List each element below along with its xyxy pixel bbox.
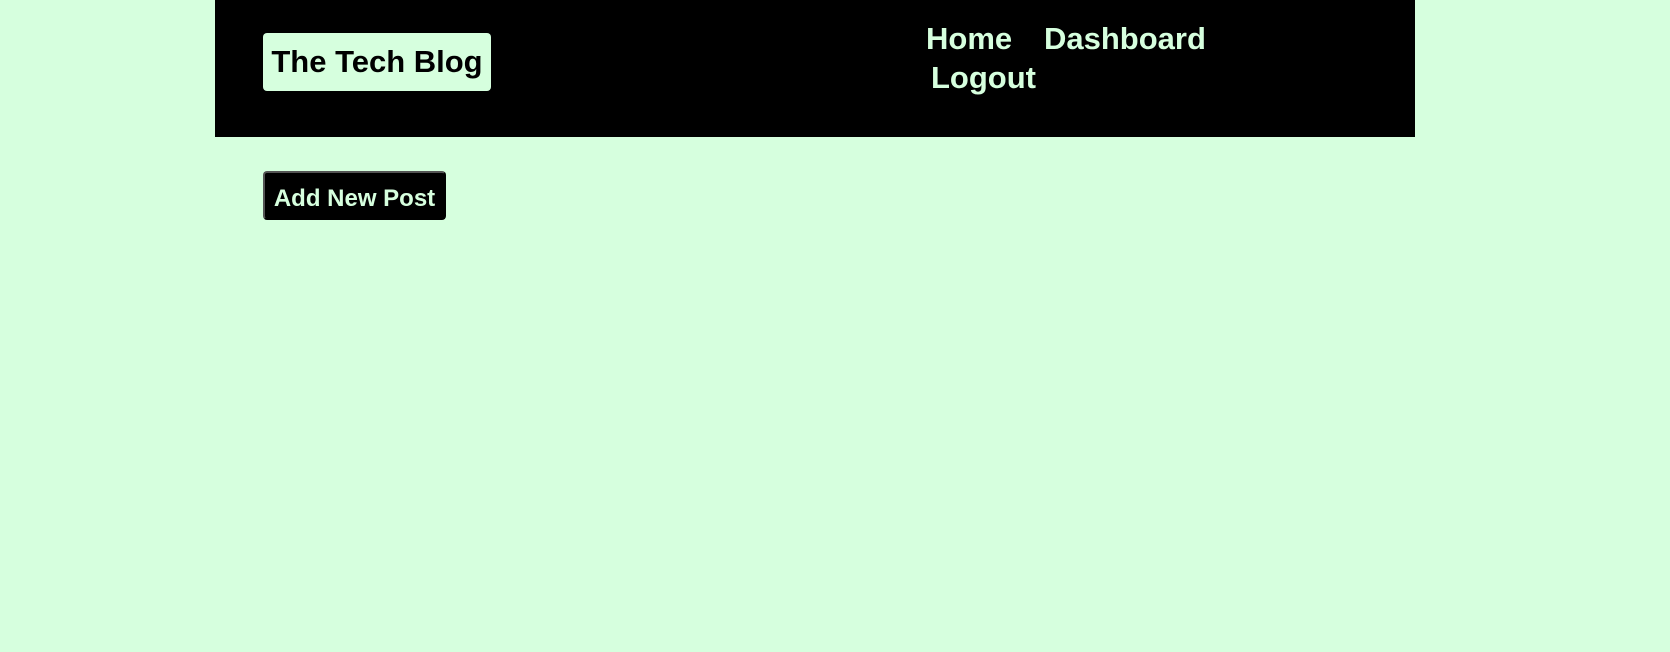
add-new-post-button[interactable]: Add New Post bbox=[263, 171, 446, 220]
dashboard-page: The Tech Blog Home Dashboard Logout Add … bbox=[0, 0, 1670, 652]
site-title-link[interactable]: The Tech Blog bbox=[263, 33, 491, 91]
site-header: The Tech Blog Home Dashboard Logout bbox=[215, 0, 1415, 137]
nav-dashboard-link[interactable]: Dashboard bbox=[1044, 21, 1206, 57]
nav-home-link[interactable]: Home bbox=[926, 21, 1012, 57]
nav-logout-link[interactable]: Logout bbox=[931, 60, 1036, 96]
